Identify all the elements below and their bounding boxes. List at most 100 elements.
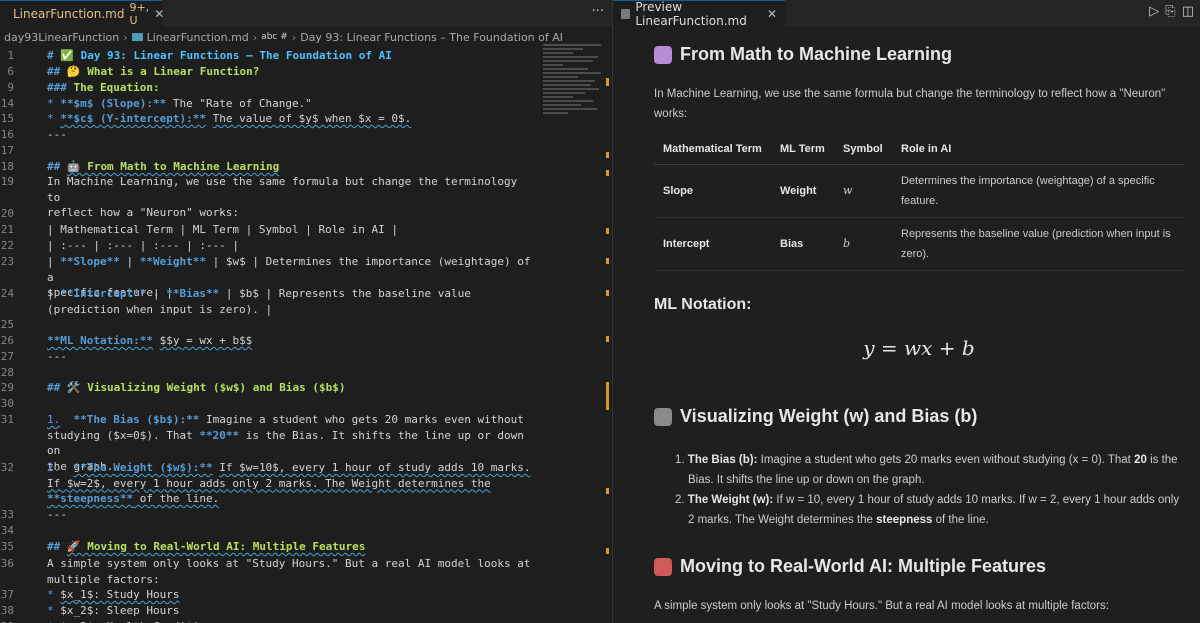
line-number: 32 (0, 461, 14, 474)
code-line[interactable]: A simple system only looks at "Study Hou… (47, 556, 537, 587)
line-number: 38 (0, 604, 14, 617)
open-changes-icon[interactable]: ⎘ (1165, 4, 1175, 19)
code-line[interactable]: 2. **The Weight ($w$):** If $w=10$, ever… (47, 460, 537, 507)
breadcrumb-heading[interactable]: Day 93: Linear Functions – The Foundatio… (300, 31, 563, 44)
code-line[interactable]: ## 🛠️ Visualizing Weight ($w$) and Bias … (47, 380, 537, 396)
tab-preview[interactable]: Preview LinearFunction.md ✕ (613, 0, 785, 28)
table-row: Intercept Bias b Represents the baseline… (654, 218, 1184, 271)
preview-tabbar: Preview LinearFunction.md ✕ ▷ ⎘ ◫ (613, 0, 1200, 28)
breadcrumb-file[interactable]: LinearFunction.md (147, 31, 249, 44)
table-header: Role in AI (901, 143, 952, 155)
code-line[interactable]: ## 🤖 From Math to Machine Learning (47, 159, 537, 175)
code-line[interactable]: * $x_3$: Health Condition (47, 619, 537, 623)
code-line[interactable]: | **Intercept** | **Bias** | $b$ | Repre… (47, 286, 537, 317)
code-line[interactable]: * $x_2$: Sleep Hours (47, 603, 537, 619)
line-number: 37 (0, 588, 14, 601)
editor-pane[interactable]: LinearFunction.md 9+, U ✕ ··· day93Linea… (0, 0, 612, 623)
table-header: ML Term (780, 143, 825, 155)
line-number: 15 (0, 112, 14, 125)
rocket-icon (654, 557, 672, 576)
paragraph-moving: A simple system only looks at "Study Hou… (654, 600, 1109, 612)
breadcrumb-symbol[interactable]: abc # (261, 32, 288, 42)
equation: y = wx + b (863, 336, 975, 360)
code-line[interactable]: ### The Equation: (47, 80, 537, 96)
line-number: 22 (0, 239, 14, 252)
code-line[interactable]: | Mathematical Term | ML Term | Symbol |… (47, 222, 537, 238)
line-number: 14 (0, 97, 14, 110)
breadcrumb-folder[interactable]: day93LinearFunction (4, 31, 119, 44)
heading-from-math: From Math to Machine Learning (654, 44, 952, 65)
table-cell: Slope (663, 185, 693, 197)
git-change-marker (606, 488, 609, 494)
paragraph-ml-intro: In Machine Learning, we use the same for… (654, 88, 1166, 120)
git-change-marker (606, 228, 609, 234)
tools-icon (654, 407, 672, 426)
chevron-right-icon: › (123, 30, 128, 44)
chevron-right-icon: › (291, 30, 297, 44)
table-cell: Weight (780, 185, 817, 197)
preview-tab-title: Preview LinearFunction.md (635, 0, 747, 28)
code-line[interactable]: * $x_1$: Study Hours (47, 587, 537, 603)
git-change-marker (606, 78, 609, 86)
git-change-marker (606, 382, 609, 410)
line-number: 31 (0, 413, 14, 426)
line-number: 18 (0, 160, 14, 173)
line-number: 36 (0, 557, 14, 570)
line-number: 6 (7, 65, 14, 78)
tab-linearfunction-md[interactable]: LinearFunction.md 9+, U ✕ (0, 0, 164, 27)
line-number: 9 (7, 81, 14, 94)
line-number: 29 (0, 381, 14, 394)
line-number: 20 (0, 207, 14, 220)
table-header: Symbol (843, 143, 883, 155)
code-line[interactable]: --- (47, 349, 537, 365)
line-number: 27 (0, 350, 14, 363)
code-line[interactable]: # ✅ Day 93: Linear Functions – The Found… (47, 48, 537, 64)
preview-pane[interactable]: Preview LinearFunction.md ✕ ▷ ⎘ ◫ From M… (612, 0, 1200, 623)
git-change-marker (606, 290, 609, 296)
git-change-marker (606, 336, 609, 342)
line-number: 35 (0, 540, 14, 553)
preview-icon (621, 8, 631, 19)
code-line[interactable]: * **$c$ (Y-intercept):** The value of $y… (47, 111, 537, 127)
line-number: 34 (0, 524, 14, 537)
line-number: 26 (0, 334, 14, 347)
heading-visualizing: Visualizing Weight (w) and Bias (b) (654, 406, 977, 427)
table-cell: b (843, 237, 851, 250)
git-change-marker (606, 170, 609, 176)
more-actions-icon[interactable]: ··· (592, 4, 604, 19)
code-line[interactable]: In Machine Learning, we use the same for… (47, 174, 537, 221)
line-number: 21 (0, 223, 14, 236)
table-cell: w (843, 184, 853, 197)
code-line[interactable]: ## 🚀 Moving to Real-World AI: Multiple F… (47, 539, 537, 555)
editor-tabbar: LinearFunction.md 9+, U ✕ ··· (0, 0, 612, 27)
line-number: 24 (0, 287, 14, 300)
code-line[interactable]: | :--- | :--- | :--- | :--- | (47, 238, 537, 254)
minimap[interactable] (543, 44, 603, 120)
markdown-file-icon (131, 33, 143, 41)
line-number: 23 (0, 255, 14, 268)
list-item: 1. The Bias (b): Imagine a student who g… (675, 454, 1178, 486)
line-number: 17 (0, 144, 14, 157)
run-icon[interactable]: ▷ (1149, 4, 1159, 19)
table-header-row: Mathematical Term ML Term Symbol Role in… (654, 134, 1184, 165)
code-line[interactable]: ## 🤔 What is a Linear Function? (47, 64, 537, 80)
git-change-marker (606, 548, 609, 554)
split-editor-icon[interactable]: ◫ (1182, 4, 1194, 19)
close-icon[interactable]: ✕ (154, 7, 164, 21)
table-header: Mathematical Term (663, 143, 762, 155)
terms-table: Mathematical Term ML Term Symbol Role in… (654, 134, 1184, 271)
code-line[interactable]: **ML Notation:** $$y = wx + b$$ (47, 333, 537, 349)
close-icon[interactable]: ✕ (767, 7, 777, 21)
line-number: 25 (0, 318, 14, 331)
heading-moving: Moving to Real-World AI: Multiple Featur… (654, 556, 1046, 577)
table-cell: Bias (780, 238, 804, 250)
line-number: 16 (0, 128, 14, 141)
robot-icon (654, 45, 672, 64)
code-line[interactable]: * **$m$ (Slope):** The "Rate of Change." (47, 96, 537, 112)
code-line[interactable]: --- (47, 507, 537, 523)
git-change-marker (606, 258, 609, 264)
code-line[interactable]: --- (47, 127, 537, 143)
heading-ml-notation: ML Notation: (654, 296, 752, 313)
table-row: Slope Weight w Determines the importance… (654, 165, 1184, 218)
line-number: 19 (0, 175, 14, 188)
